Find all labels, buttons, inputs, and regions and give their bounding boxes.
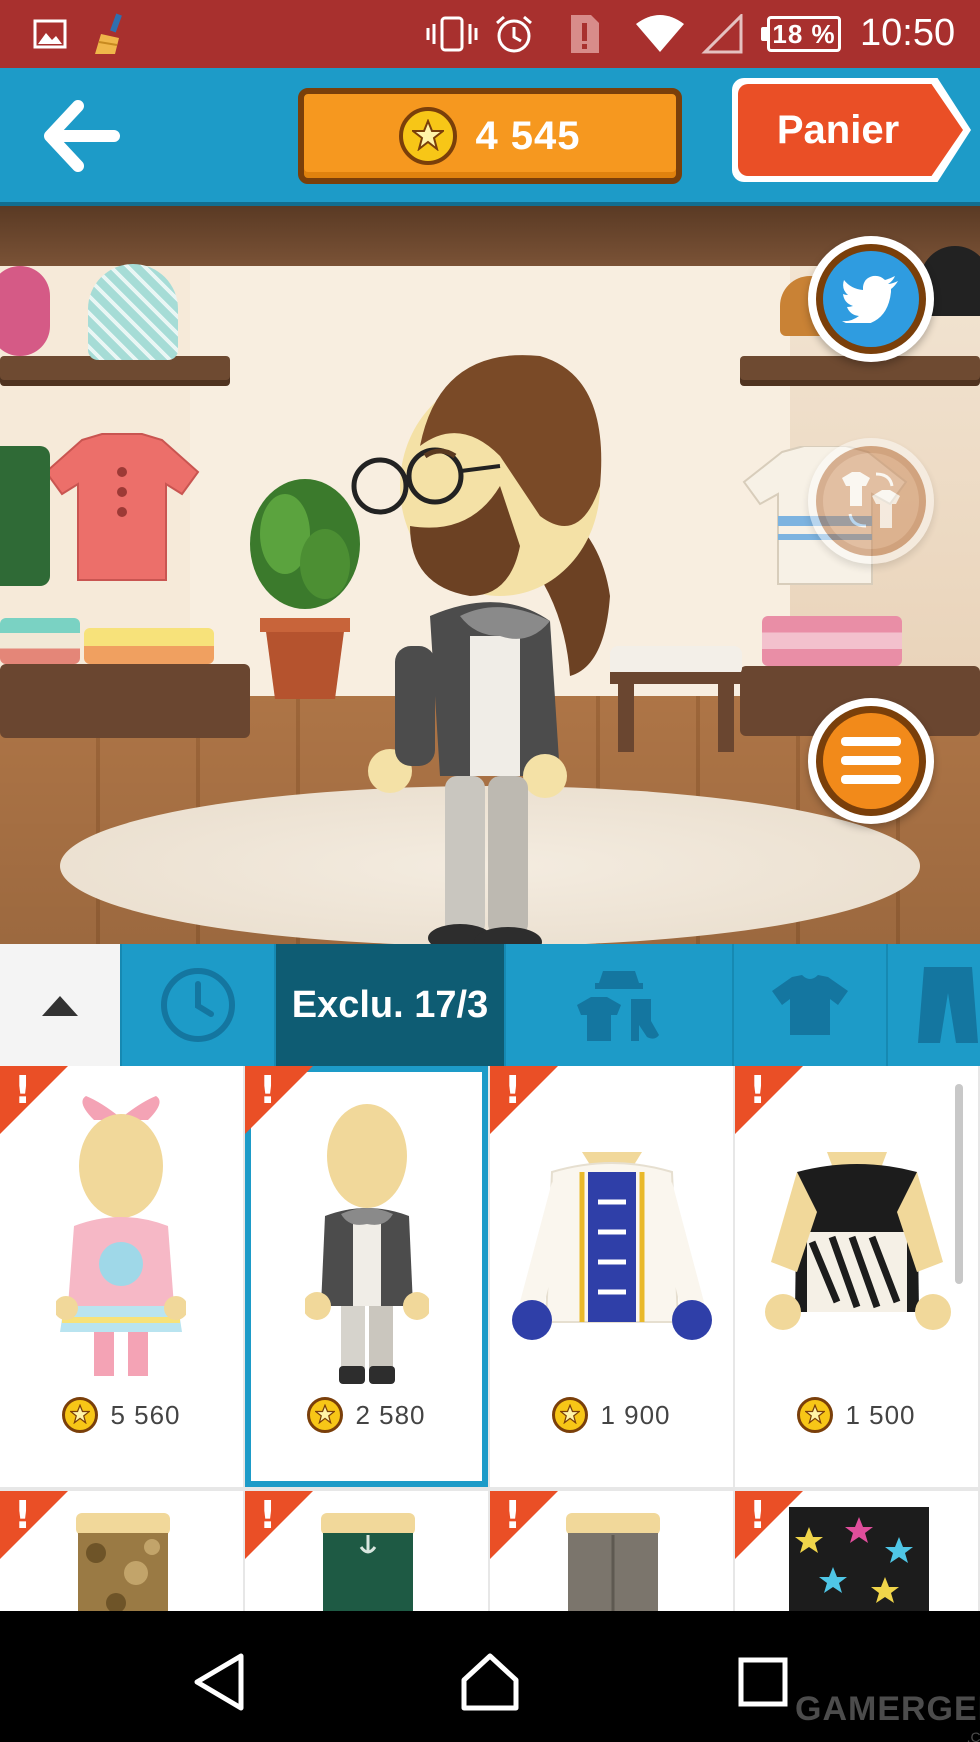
menu-button[interactable] (808, 698, 934, 824)
tab-exclusive[interactable]: Exclu. 17/3 (276, 944, 506, 1066)
nav-recents-button[interactable] (728, 1647, 798, 1717)
back-triangle-icon (194, 1653, 244, 1711)
signal-icon (700, 14, 744, 54)
twitter-icon (842, 275, 898, 323)
grey-pants-item (566, 1513, 660, 1611)
nav-home-button[interactable] (455, 1647, 525, 1717)
item-card[interactable]: ! 1 900 (490, 1066, 733, 1487)
coin-icon (797, 1397, 834, 1433)
coin-icon (62, 1397, 99, 1433)
app-root: 18 % 10:50 4 545 Panier Exclu. 17/3 ! 5 … (0, 0, 980, 1742)
coin-icon (552, 1397, 589, 1433)
item-card[interactable]: ! (490, 1491, 733, 1611)
green-jacket-icon (0, 446, 50, 586)
coin-icon (399, 107, 458, 165)
tshirt-icon (772, 975, 848, 1035)
new-badge: ! (245, 1066, 313, 1134)
coin-balance-button[interactable]: 4 545 (298, 88, 682, 184)
new-badge: ! (245, 1491, 313, 1559)
pastel-dress-outfit (56, 1096, 186, 1376)
pink-shirt-icon (42, 432, 202, 582)
wifi-icon (632, 14, 688, 54)
knit-hat-icon (88, 264, 178, 360)
coin-balance-value: 4 545 (475, 113, 581, 158)
watermark: GAMERGEN .COM (795, 1690, 980, 1742)
tab-recent[interactable] (122, 944, 276, 1066)
item-card-selected[interactable]: ! 2 580 (245, 1066, 488, 1487)
cart-label: Panier (776, 107, 900, 152)
item-price: 1 900 (490, 1397, 733, 1433)
tab-tops[interactable] (734, 944, 888, 1066)
outfit-swap-button[interactable] (808, 438, 934, 564)
new-badge: ! (0, 1491, 68, 1559)
hoodie-jacket-outfit (305, 1104, 429, 1384)
item-card[interactable]: ! (735, 1491, 978, 1611)
collapse-button[interactable] (0, 944, 122, 1066)
home-icon (461, 1653, 519, 1711)
item-price: 1 500 (735, 1397, 978, 1433)
uniform-jacket-outfit (512, 1152, 712, 1340)
menu-icon (841, 737, 901, 784)
alert-icon (564, 14, 604, 54)
twitter-share-button[interactable] (808, 236, 934, 362)
green-sweatpants-item (321, 1513, 415, 1611)
status-bar: 18 % 10:50 (0, 0, 980, 68)
alarm-icon (492, 14, 536, 54)
battery-indicator: 18 % (761, 16, 841, 52)
coin-icon (307, 1397, 344, 1433)
pants-icon (918, 967, 978, 1043)
new-badge: ! (735, 1066, 803, 1134)
item-price: 2 580 (245, 1397, 488, 1433)
left-cabinet (0, 664, 250, 738)
category-tabs: Exclu. 17/3 (0, 944, 980, 1066)
collapse-icon (42, 996, 78, 1016)
outfit-set-icon (577, 971, 659, 1041)
store-scene (0, 206, 980, 944)
item-card[interactable]: ! 5 560 (0, 1066, 243, 1487)
item-card[interactable]: ! (245, 1491, 488, 1611)
zebra-top-outfit (765, 1152, 951, 1330)
shop-header: 4 545 Panier (0, 68, 980, 206)
nav-back-button[interactable] (184, 1647, 254, 1717)
hat-icon (0, 266, 50, 356)
gallery-icon (30, 14, 70, 54)
back-button[interactable] (30, 88, 130, 184)
outfit-swap-icon (842, 472, 900, 528)
mii-avatar (350, 346, 630, 944)
vibrate-icon (424, 14, 480, 54)
item-card[interactable]: ! 1 500 (735, 1066, 978, 1487)
tab-exclusive-label: Exclu. 17/3 (291, 983, 489, 1026)
cart-button[interactable]: Panier (732, 78, 971, 182)
cleaner-icon (88, 13, 134, 54)
recents-square-icon (738, 1657, 788, 1707)
new-badge: ! (490, 1066, 558, 1134)
tab-bottoms[interactable] (888, 944, 980, 1066)
new-badge: ! (490, 1491, 558, 1559)
tab-outfit-sets[interactable] (506, 944, 734, 1066)
item-card[interactable]: ! (0, 1491, 243, 1611)
camo-pants-item (76, 1513, 170, 1611)
items-grid: ! 5 560 ! 2 580 ! 1 900 ! 1 500 ! ! ! ! (0, 1066, 980, 1611)
clock-icon (161, 968, 235, 1042)
star-leggings-item (789, 1507, 929, 1611)
clock-time: 10:50 (860, 12, 956, 54)
back-arrow-icon (44, 100, 120, 172)
item-price: 5 560 (0, 1397, 243, 1433)
